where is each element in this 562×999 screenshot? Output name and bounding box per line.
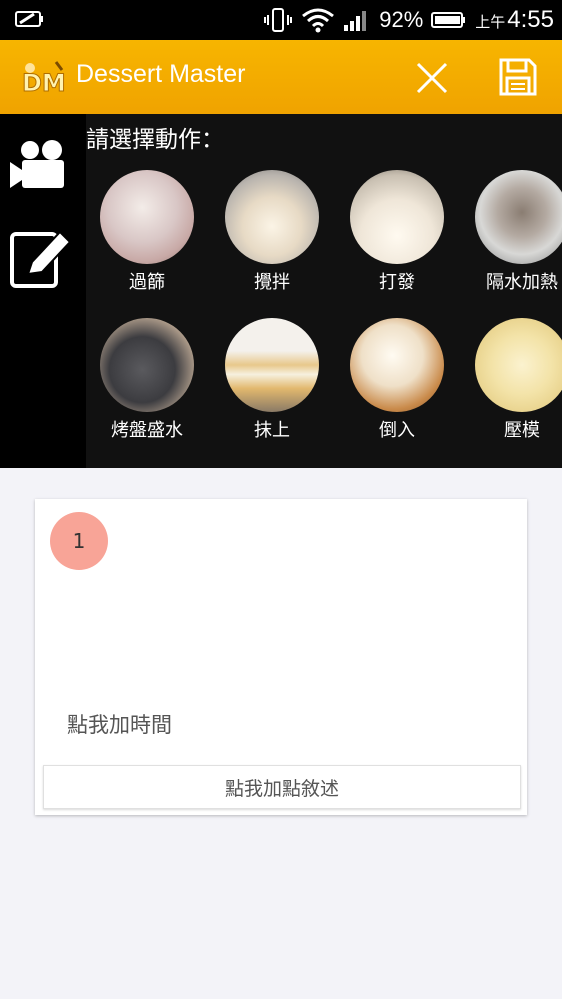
clock-time: 4:55 (507, 6, 554, 33)
app-bar: DM Dessert Master (0, 40, 562, 114)
close-icon[interactable] (412, 58, 452, 98)
add-time-link[interactable]: 點我加時間 (67, 709, 172, 739)
action-prompt: 請選擇動作： (86, 127, 224, 153)
action-label: 過篩 (129, 272, 165, 293)
battery-icon (431, 12, 466, 28)
add-description-button[interactable]: 點我加點敘述 (43, 765, 521, 809)
clock: 上午 4:55 (475, 6, 554, 34)
action-grid: 請選擇動作： 過篩 攪拌 打發 隔水加熱 烤盤盛水 抹上 倒入 壓模 (86, 114, 562, 468)
action-label: 烤盤盛水 (111, 420, 183, 441)
action-mix[interactable]: 攪拌 (212, 170, 332, 294)
action-sift[interactable]: 過篩 (87, 170, 207, 294)
cookie-cut-thumbnail (475, 318, 562, 412)
status-bar: 92% 上午 4:55 (0, 0, 562, 40)
svg-text:DM: DM (22, 69, 66, 96)
action-label: 打發 (379, 272, 415, 293)
action-pour[interactable]: 倒入 (337, 318, 457, 442)
vibrate-icon (264, 8, 293, 32)
action-panel: 請選擇動作： 過篩 攪拌 打發 隔水加熱 烤盤盛水 抹上 倒入 壓模 (0, 114, 562, 468)
pour-thumbnail (350, 318, 444, 412)
app-logo: DM (22, 61, 66, 96)
action-spread[interactable]: 抹上 (212, 318, 332, 442)
step-card: 1 點我加時間 點我加點敘述 (35, 499, 527, 815)
action-label: 隔水加熱 (486, 272, 558, 293)
wifi-icon (302, 8, 335, 33)
save-icon[interactable] (497, 56, 539, 98)
water-bath-thumbnail (100, 318, 194, 412)
spread-thumbnail (225, 318, 319, 412)
app-title: Dessert Master (76, 60, 246, 88)
battery-saver-icon (15, 11, 43, 27)
video-camera-icon[interactable] (8, 134, 74, 200)
clock-ampm: 上午 (475, 14, 506, 31)
battery-percent: 92% (379, 7, 424, 32)
action-label: 攪拌 (254, 272, 290, 293)
mix-thumbnail (225, 170, 319, 264)
action-label: 壓模 (504, 420, 540, 441)
action-whip[interactable]: 打發 (337, 170, 457, 294)
action-water-bath[interactable]: 烤盤盛水 (87, 318, 207, 442)
sift-thumbnail (100, 170, 194, 264)
action-double-boil[interactable]: 隔水加熱 (462, 170, 562, 294)
signal-icon (344, 11, 367, 31)
action-cookie-cut[interactable]: 壓模 (462, 318, 562, 442)
step-number-badge: 1 (50, 512, 108, 570)
mode-sidebar (0, 114, 86, 468)
double-boil-thumbnail (475, 170, 562, 264)
action-label: 倒入 (379, 420, 415, 441)
edit-note-icon[interactable] (8, 224, 74, 290)
action-label: 抹上 (254, 420, 290, 441)
whip-thumbnail (350, 170, 444, 264)
